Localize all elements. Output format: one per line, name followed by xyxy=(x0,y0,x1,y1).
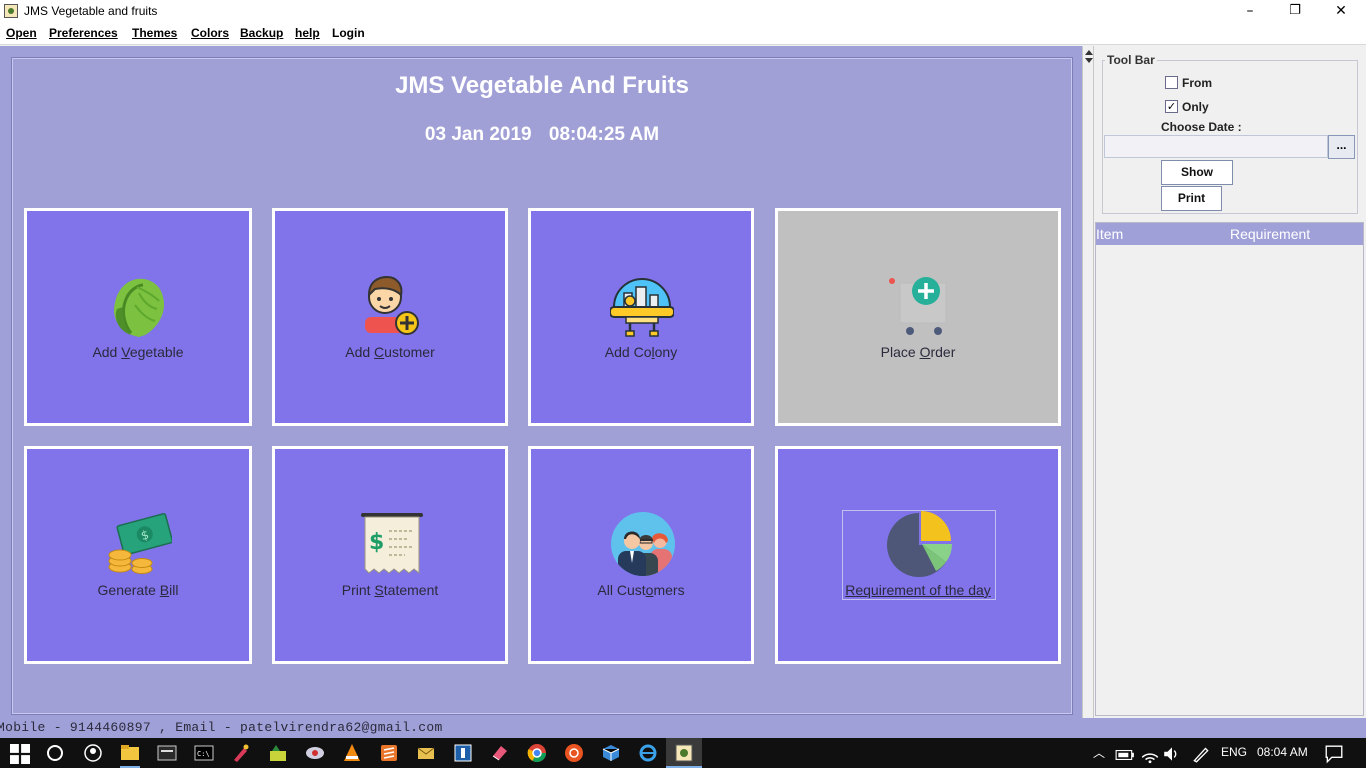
toolbar-legend: Tool Bar xyxy=(1105,53,1157,67)
customer-add-icon xyxy=(365,275,419,335)
only-checkbox[interactable]: ✓ xyxy=(1165,100,1178,113)
add-colony-label: Add Colony xyxy=(604,344,678,360)
pie-chart-icon xyxy=(887,511,952,577)
generate-bill-label: Generate Bill xyxy=(97,582,179,598)
money-coins-icon: $ xyxy=(108,513,172,574)
restore-button[interactable]: ❐ xyxy=(1272,0,1318,23)
menu-bar: Open Preferences Themes Colors Backup he… xyxy=(0,23,1366,45)
menu-backup[interactable]: Backup xyxy=(240,26,283,40)
column-header-requirement[interactable]: Requirement xyxy=(1230,226,1310,242)
menu-open[interactable]: Open xyxy=(6,26,37,40)
notification-icon[interactable] xyxy=(1324,744,1344,764)
place-order-tile[interactable]: Place Order xyxy=(775,208,1061,426)
table-header: Item Requirement xyxy=(1096,223,1363,245)
internet-explorer-icon[interactable] xyxy=(638,743,658,763)
date-picker-button[interactable]: ... xyxy=(1328,135,1355,159)
minimize-button[interactable]: – xyxy=(1227,0,1273,23)
pen-tool-icon[interactable] xyxy=(231,743,251,763)
battery-icon[interactable] xyxy=(1115,745,1135,765)
add-vegetable-label: Add Vegetable xyxy=(92,344,184,360)
eraser-app-icon[interactable] xyxy=(490,743,510,763)
ide-app-icon[interactable] xyxy=(453,743,473,763)
app-icon xyxy=(4,4,18,18)
requirement-of-day-tile[interactable]: Requirement of the day xyxy=(775,446,1061,664)
chrome-icon[interactable] xyxy=(527,743,547,763)
file-explorer-icon[interactable] xyxy=(120,743,140,763)
java-app-icon[interactable] xyxy=(674,743,694,763)
add-customer-label: Add Customer xyxy=(345,344,435,360)
column-header-item[interactable]: Item xyxy=(1096,226,1123,242)
tools-icon[interactable] xyxy=(268,743,288,763)
svg-text:C:\: C:\ xyxy=(197,750,210,758)
all-customers-label: All Customers xyxy=(597,582,685,598)
place-order-label: Place Order xyxy=(880,344,956,360)
add-customer-tile[interactable]: Add Customer xyxy=(272,208,508,426)
current-time: 08:04:25 AM xyxy=(548,124,660,145)
taskbar-clock[interactable]: 08:04 AM xyxy=(1257,745,1308,759)
date-field[interactable] xyxy=(1104,135,1328,158)
requirement-table[interactable] xyxy=(1095,222,1364,716)
add-colony-tile[interactable]: Add Colony xyxy=(528,208,754,426)
language-indicator[interactable]: ENG xyxy=(1221,745,1247,759)
people-group-icon xyxy=(611,512,675,576)
menu-colors[interactable]: Colors xyxy=(191,26,229,40)
receipt-icon: $ xyxy=(361,513,423,575)
choose-date-label: Choose Date : xyxy=(1161,120,1242,134)
print-statement-label: Print Statement xyxy=(341,582,439,598)
vlc-icon[interactable] xyxy=(342,743,362,763)
sublime-icon[interactable] xyxy=(379,743,399,763)
menu-preferences[interactable]: Preferences xyxy=(49,26,118,40)
command-prompt-icon[interactable]: C:\ xyxy=(194,743,214,763)
wifi-icon[interactable] xyxy=(1140,744,1160,764)
generate-bill-tile[interactable]: $ Generate Bill xyxy=(24,446,252,664)
from-label: From xyxy=(1182,76,1212,90)
show-button[interactable]: Show xyxy=(1161,160,1233,185)
virtualbox-icon[interactable] xyxy=(601,743,621,763)
menu-login[interactable]: Login xyxy=(332,26,365,40)
pen-workspace-icon[interactable] xyxy=(1191,744,1211,764)
colony-dome-icon xyxy=(610,278,674,337)
page-title: JMS Vegetable And Fruits xyxy=(395,72,689,99)
lettuce-icon xyxy=(114,278,165,337)
collapse-down-arrow-icon[interactable] xyxy=(1085,58,1093,63)
windows-start-icon[interactable] xyxy=(10,744,30,764)
editor-app-icon[interactable] xyxy=(157,743,177,763)
menu-help[interactable]: help xyxy=(295,26,320,40)
date-time-display: 03 Jan 2019 08:04:25 AM xyxy=(11,124,1073,146)
volume-icon[interactable] xyxy=(1162,744,1182,764)
split-pane-divider[interactable] xyxy=(1082,46,1094,718)
svg-text:$: $ xyxy=(369,530,384,555)
only-label: Only xyxy=(1182,100,1209,114)
all-customers-tile[interactable]: All Customers xyxy=(528,446,754,664)
requirement-of-day-label: Requirement of the day xyxy=(845,582,991,598)
tray-chevron-icon[interactable]: ︿ xyxy=(1093,744,1105,761)
print-statement-tile[interactable]: $ Print Statement xyxy=(272,446,508,664)
print-button[interactable]: Print xyxy=(1161,186,1222,211)
window-title: JMS Vegetable and fruits xyxy=(24,4,158,18)
collapse-up-arrow-icon[interactable] xyxy=(1085,50,1093,55)
current-date: 03 Jan 2019 xyxy=(424,124,532,145)
menu-themes[interactable]: Themes xyxy=(132,26,177,40)
search-circle-icon[interactable] xyxy=(45,743,65,763)
add-vegetable-tile[interactable]: Add Vegetable xyxy=(24,208,252,426)
cart-add-icon xyxy=(889,277,947,335)
vpn-app-icon[interactable] xyxy=(305,743,325,763)
ubuntu-icon[interactable] xyxy=(564,743,584,763)
status-bar: Mobile - 9144460897 , Email - patelviren… xyxy=(0,718,1366,738)
from-checkbox[interactable] xyxy=(1165,76,1178,89)
mail-app-icon[interactable] xyxy=(416,743,436,763)
close-button[interactable]: ✕ xyxy=(1318,0,1364,23)
title-bar: JMS Vegetable and fruits – ❐ ✕ xyxy=(0,0,1366,23)
contact-info: Mobile - 9144460897 , Email - patelviren… xyxy=(0,720,443,735)
maps-icon[interactable] xyxy=(83,743,103,763)
taskbar: C:\ ︿ ENG 08:04 AM xyxy=(0,738,1366,768)
